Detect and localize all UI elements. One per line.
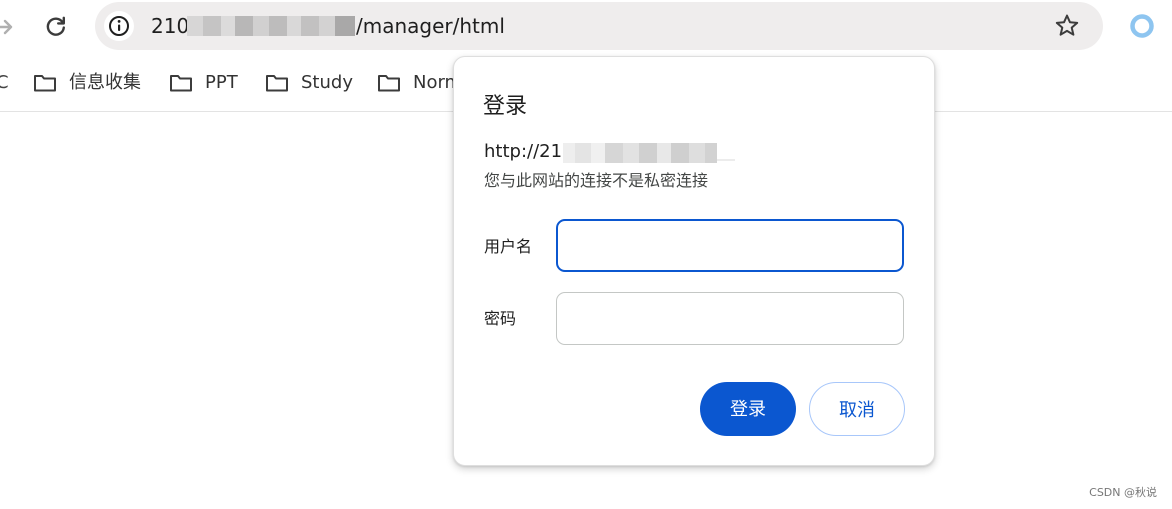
username-label: 用户名 — [484, 237, 533, 256]
dialog-title: 登录 — [483, 94, 528, 119]
url-host-text: 210 — [151, 14, 190, 38]
site-info-button[interactable] — [104, 11, 134, 41]
bookmark-label: PPT — [205, 72, 238, 93]
bookmark-label: 信息收集 — [69, 72, 141, 93]
bookmark-folder-xinxi[interactable]: 信息收集 — [33, 69, 141, 97]
browser-toolbar: 210 /manager/html — [0, 0, 1172, 56]
dialog-site-url: http://210 — [484, 141, 574, 162]
forward-arrow-icon[interactable] — [0, 14, 14, 40]
url-redaction-mask — [563, 143, 735, 163]
bookmark-label: Study — [301, 72, 353, 93]
password-input[interactable] — [556, 292, 904, 345]
login-button[interactable]: 登录 — [700, 382, 796, 436]
bookmark-folder-study[interactable]: Study — [265, 69, 353, 97]
folder-icon — [34, 75, 56, 92]
info-icon — [109, 16, 129, 36]
bookmark-folder-norm[interactable]: Norm — [377, 69, 462, 97]
reload-icon[interactable] — [42, 12, 70, 40]
folder-icon — [170, 75, 192, 92]
star-outline-icon[interactable] — [1053, 12, 1081, 40]
bookmark-cut-off-label[interactable]: C — [0, 71, 9, 95]
password-label: 密码 — [484, 309, 517, 328]
folder-icon — [378, 75, 400, 92]
profile-ring-icon[interactable] — [1128, 12, 1156, 40]
browser-window: 210 /manager/html C 信息收集 PPT Study Norm … — [0, 0, 1172, 509]
address-bar[interactable]: 210 /manager/html — [95, 2, 1103, 50]
watermark: CSDN @秋说 — [1089, 486, 1157, 499]
username-input[interactable] — [556, 219, 904, 272]
url-redaction-mask — [187, 16, 355, 36]
folder-icon — [266, 75, 288, 92]
http-auth-dialog: 登录 http://210 您与此网站的连接不是私密连接 用户名 密码 登录 取… — [453, 56, 935, 466]
cancel-button[interactable]: 取消 — [809, 382, 905, 436]
url-path-text: /manager/html — [356, 14, 505, 38]
bookmark-folder-ppt[interactable]: PPT — [169, 69, 238, 97]
connection-not-private-note: 您与此网站的连接不是私密连接 — [484, 171, 709, 190]
